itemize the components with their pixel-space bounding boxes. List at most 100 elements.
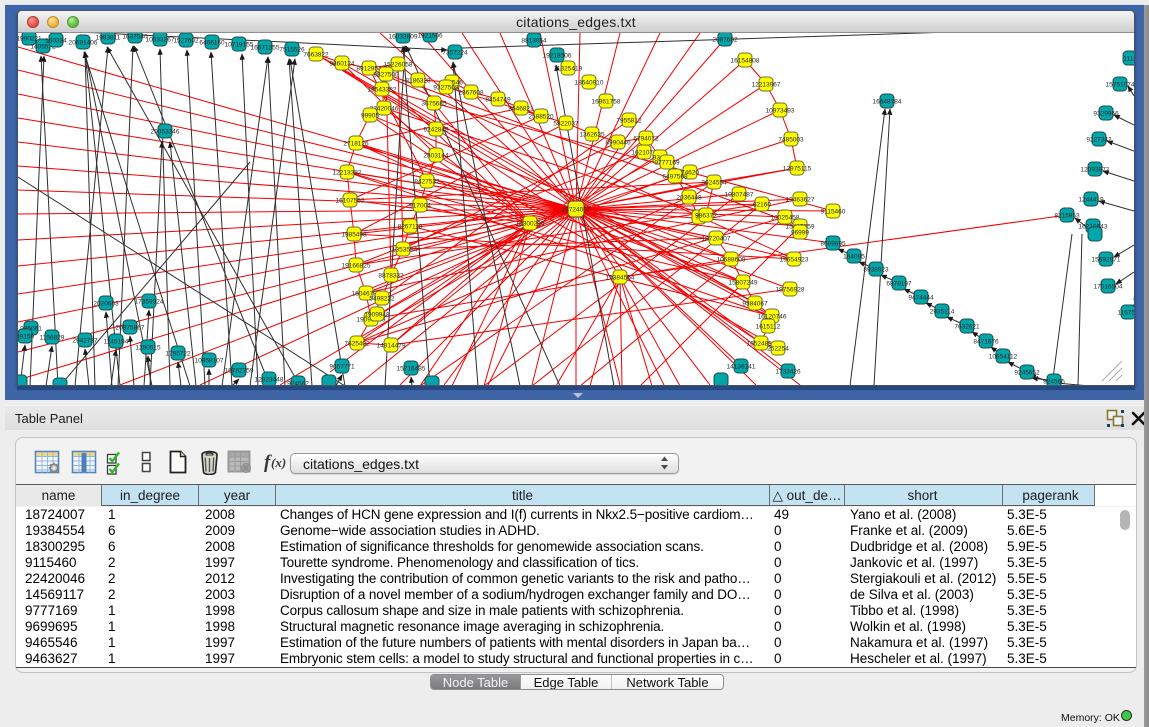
svg-text:10958107: 10958107 [195,358,224,365]
svg-text:1362635: 1362635 [579,132,605,139]
svg-text:8186328: 8186328 [405,78,431,85]
svg-text:1244419: 1244419 [1078,197,1104,204]
svg-text:9777169: 9777169 [654,160,680,167]
svg-text:18640910: 18640910 [575,80,604,87]
svg-text:9657771: 9657771 [329,364,355,371]
svg-text:917004: 917004 [409,203,431,210]
svg-text:9646821: 9646821 [508,106,534,113]
svg-text:1993811: 1993811 [96,35,121,42]
svg-text:16648784: 16648784 [873,99,902,106]
svg-text:62160: 62160 [753,202,771,209]
svg-text:8454749: 8454749 [485,97,511,104]
svg-text:(x): (x) [271,455,286,470]
svg-text:14914479: 14914479 [377,343,406,350]
svg-text:10654112: 10654112 [989,354,1018,361]
svg-text:3675685: 3675685 [421,101,447,108]
svg-text:15807249: 15807249 [729,280,758,287]
svg-text:10973493: 10973493 [766,108,795,115]
svg-text:8878332: 8878332 [378,273,404,280]
svg-text:15716485: 15716485 [397,366,426,373]
svg-text:1527602: 1527602 [173,38,199,45]
svg-text:9827500: 9827500 [373,72,399,79]
svg-text:19463627: 19463627 [786,197,815,204]
svg-text:9384067: 9384067 [742,301,768,308]
svg-text:12093872: 12093872 [1081,167,1110,174]
svg-text:20691406: 20691406 [69,40,98,47]
svg-text:17016504: 17016504 [1094,284,1123,291]
svg-text:9115460: 9115460 [821,209,846,216]
svg-text:7515526: 7515526 [279,47,305,54]
svg-text:15751074: 15751074 [1106,82,1134,89]
svg-text:1909948: 1909948 [364,312,390,319]
svg-text:5498222: 5498222 [369,296,395,303]
svg-text:9227342: 9227342 [1086,137,1112,144]
svg-text:19654923: 19654923 [780,257,809,264]
svg-text:1637540: 1637540 [122,34,148,41]
svg-text:14136141: 14136141 [727,364,756,371]
svg-text:8990446: 8990446 [605,140,631,147]
svg-text:16543382: 16543382 [368,87,397,94]
svg-text:19756928: 19756928 [776,287,805,294]
svg-text:8938923: 8938923 [863,267,889,274]
svg-text:12213382: 12213382 [333,170,362,177]
svg-text:1921506: 1921506 [417,33,443,40]
svg-text:1795722: 1795722 [165,351,191,358]
svg-text:164095: 164095 [843,254,865,261]
svg-text:16033809: 16033809 [389,34,418,41]
svg-text:7663822: 7663822 [303,52,329,59]
svg-text:1290515: 1290515 [135,345,161,352]
svg-text:2588520: 2588520 [528,114,554,121]
svg-text:116753: 116753 [1117,310,1134,317]
svg-text:1156829: 1156829 [40,335,65,342]
svg-text:2803144: 2803144 [423,153,449,160]
svg-text:19384554: 19384554 [606,275,635,282]
svg-text:29053346: 29053346 [151,129,180,136]
svg-text:7485003: 7485003 [778,137,804,144]
svg-text:7632621: 7632621 [954,324,980,331]
svg-text:7955812: 7955812 [616,118,642,125]
svg-text:252254: 252254 [767,346,789,353]
svg-text:16782759: 16782759 [225,368,254,375]
svg-text:2020653: 2020653 [93,301,119,308]
svg-text:9474444: 9474444 [908,295,934,302]
svg-text:2367608: 2367608 [458,90,484,97]
svg-text:39159: 39159 [18,334,34,341]
svg-text:986372: 986372 [695,213,717,220]
svg-text:7357224: 7357224 [442,50,468,57]
svg-text:924565: 924565 [1043,379,1065,386]
svg-text:96999: 96999 [791,230,809,237]
svg-text:12975115: 12975115 [783,166,812,173]
svg-text:9329966: 9329966 [1093,111,1119,118]
svg-text:16107552: 16107552 [336,198,365,205]
svg-text:18724007: 18724007 [562,207,591,214]
svg-text:9327508: 9327508 [433,85,459,92]
svg-text:99905: 99905 [361,113,379,120]
svg-text:1145194: 1145194 [104,339,129,346]
svg-text:15692971: 15692971 [1092,257,1121,264]
svg-text:6497568: 6497568 [662,174,688,181]
svg-text:1615112: 1615112 [756,324,781,331]
svg-text:18720407: 18720407 [702,236,731,243]
svg-text:10719155: 10719155 [225,42,254,49]
svg-text:18300295: 18300295 [516,221,545,228]
svg-text:8471676: 8471676 [973,339,999,346]
svg-text:2087682: 2087682 [712,37,738,44]
svg-text:16961758: 16961758 [592,99,621,106]
svg-text:9242848: 9242848 [423,127,449,134]
svg-text:16671355: 16671355 [251,45,280,52]
svg-text:3624554: 3624554 [701,180,727,187]
svg-text:10807487: 10807487 [725,192,754,199]
svg-text:2942737: 2942737 [72,338,98,345]
svg-text:11325419: 11325419 [554,66,583,73]
svg-text:17359924: 17359924 [135,299,164,306]
svg-text:6466160: 6466160 [199,40,225,47]
svg-text:2036448: 2036448 [676,195,702,202]
svg-text:12923448: 12923448 [255,377,284,384]
svg-text:160334: 160334 [45,38,67,45]
svg-text:8813054: 8813054 [521,38,547,45]
svg-text:10533267: 10533267 [146,37,175,44]
svg-text:7625402: 7625402 [344,341,370,348]
svg-text:9860124: 9860124 [329,61,355,68]
svg-text:1112: 1112 [1123,56,1134,63]
svg-text:1985498: 1985498 [341,232,367,239]
